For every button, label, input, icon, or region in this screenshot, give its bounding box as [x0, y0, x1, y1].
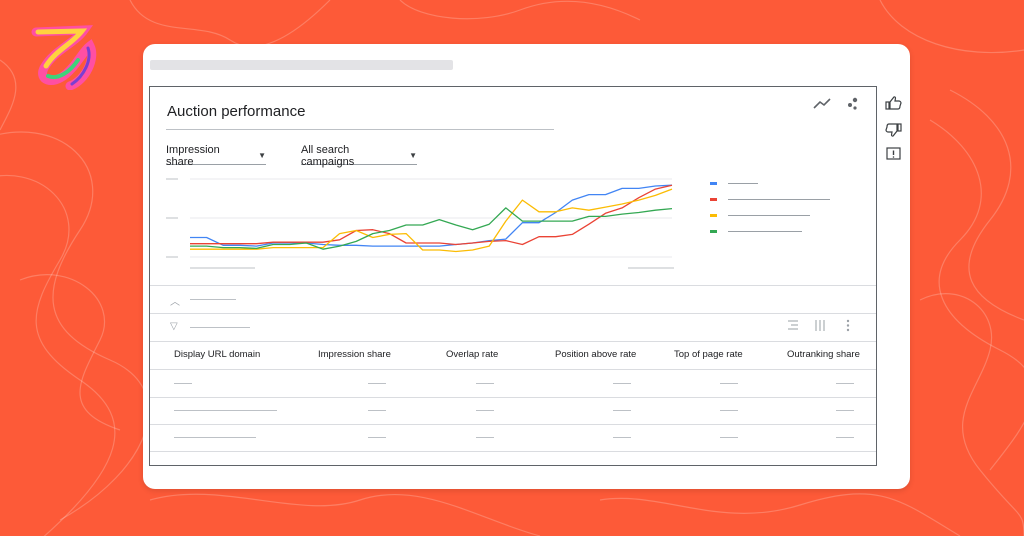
legend-swatch [710, 214, 717, 217]
divider [150, 397, 876, 398]
campaign-dropdown-value: All search campaigns [301, 143, 355, 168]
feedback-icon[interactable] [886, 147, 901, 160]
placeholder-text-line [190, 327, 250, 328]
campaign-dropdown[interactable]: All search campaigns ▼ [301, 143, 417, 168]
columns-icon[interactable] [815, 320, 825, 331]
divider [150, 369, 876, 370]
thumbs-down-icon[interactable] [885, 123, 902, 137]
cell-placeholder [720, 437, 738, 438]
column-header-outranking-share[interactable]: Outranking share [787, 349, 860, 360]
segment-icon[interactable] [788, 320, 798, 330]
feedback-toolbar [885, 96, 902, 160]
cell-placeholder [720, 383, 738, 384]
table-toolbar [788, 319, 850, 332]
cell-placeholder [368, 383, 386, 384]
divider [150, 424, 876, 425]
thumbs-up-icon[interactable] [885, 96, 902, 110]
series-line-3[interactable] [190, 188, 673, 253]
legend-swatch [710, 198, 717, 201]
cell-placeholder [174, 410, 277, 411]
cell-placeholder [476, 437, 494, 438]
cell-placeholder [613, 437, 631, 438]
legend-item[interactable] [708, 227, 838, 243]
cell-placeholder [368, 410, 386, 411]
placeholder-text-line [190, 299, 236, 300]
cell-placeholder [836, 410, 854, 411]
column-header-top-of-page-rate[interactable]: Top of page rate [674, 349, 743, 360]
legend-swatch [710, 182, 717, 185]
cell-placeholder [720, 410, 738, 411]
divider [150, 313, 876, 314]
filter-icon[interactable]: ▽ [170, 321, 178, 332]
divider [150, 341, 876, 342]
brand-swirl-logo [31, 25, 97, 90]
legend-label-placeholder [728, 231, 802, 232]
scatter-icon[interactable] [848, 97, 858, 110]
legend-item[interactable] [708, 179, 838, 195]
column-header-display-url[interactable]: Display URL domain [174, 349, 260, 360]
legend-label-placeholder [728, 199, 830, 200]
column-header-impression-share[interactable]: Impression share [318, 349, 391, 360]
chart-toolbar [813, 97, 858, 110]
legend-label-placeholder [728, 215, 810, 216]
metric-dropdown[interactable]: Impression share ▼ [166, 143, 266, 168]
chevron-down-icon: ▼ [409, 151, 417, 160]
auction-insights-card: Auction performance Impression share ▼ A… [143, 44, 910, 489]
legend-item[interactable] [708, 211, 838, 227]
panel-title: Auction performance [167, 103, 306, 120]
chart-legend [708, 179, 838, 243]
column-header-overlap-rate[interactable]: Overlap rate [446, 349, 498, 360]
title-underline [166, 129, 554, 130]
header-placeholder-bar [150, 60, 453, 70]
divider [150, 285, 876, 286]
auction-performance-panel: Auction performance Impression share ▼ A… [149, 86, 877, 466]
divider [150, 451, 876, 452]
legend-swatch [710, 230, 717, 233]
legend-label-placeholder [728, 183, 758, 184]
cell-placeholder [174, 383, 192, 384]
column-header-position-above-rate[interactable]: Position above rate [555, 349, 636, 360]
collapse-chevron-icon[interactable]: ︿ [170, 293, 180, 308]
cell-placeholder [836, 383, 854, 384]
cell-placeholder [476, 410, 494, 411]
more-vert-icon[interactable] [846, 319, 850, 332]
metric-dropdown-value: Impression share [166, 143, 220, 168]
line-chart-icon[interactable] [813, 98, 831, 109]
cell-placeholder [476, 383, 494, 384]
chevron-down-icon: ▼ [258, 151, 266, 160]
series-line-1[interactable] [190, 184, 673, 247]
cell-placeholder [836, 437, 854, 438]
cell-placeholder [368, 437, 386, 438]
cell-placeholder [613, 383, 631, 384]
impression-share-line-chart [166, 178, 674, 269]
legend-item[interactable] [708, 195, 838, 211]
cell-placeholder [613, 410, 631, 411]
cell-placeholder [174, 437, 256, 438]
